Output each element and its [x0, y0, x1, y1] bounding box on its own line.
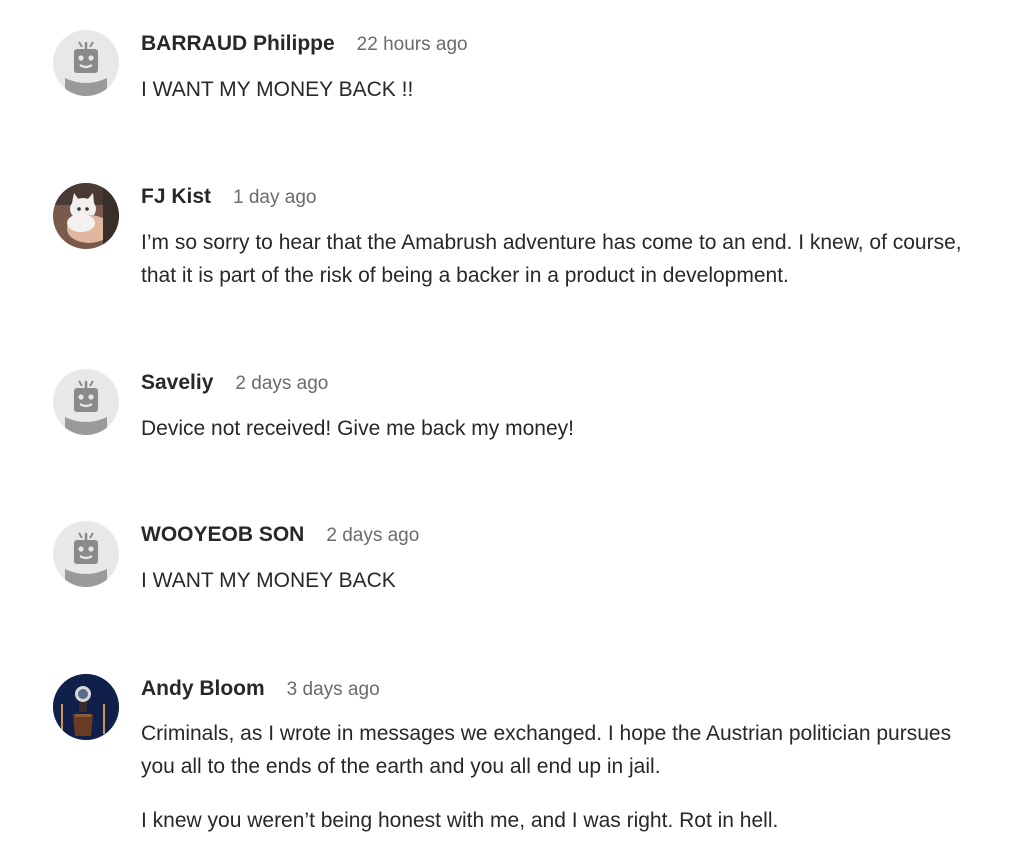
cat-photo-avatar	[53, 183, 119, 249]
robot-default-icon	[53, 30, 119, 96]
comment-author[interactable]: BARRAUD Philippe	[141, 32, 335, 56]
comment-text: I WANT MY MONEY BACK !!	[141, 78, 414, 101]
avatar[interactable]	[53, 30, 119, 96]
comment-text: I WANT MY MONEY BACK	[141, 569, 396, 592]
comment-author[interactable]: Saveliy	[141, 371, 213, 395]
comment-timestamp[interactable]: 2 days ago	[326, 525, 419, 547]
comment-author[interactable]: WOOYEOB SON	[141, 523, 304, 547]
comment-text: Device not received! Give me back my mon…	[141, 417, 575, 440]
avatar[interactable]	[53, 674, 119, 740]
comment-text: I knew you weren’t being honest with me,…	[141, 809, 779, 832]
comment-timestamp[interactable]: 1 day ago	[233, 187, 316, 209]
comment-body: I’m so sorry to hear that the Amabrush a…	[141, 226, 981, 313]
comment-timestamp[interactable]: 2 days ago	[235, 373, 328, 395]
comment-author[interactable]: Andy Bloom	[141, 677, 265, 701]
avatar[interactable]	[53, 521, 119, 587]
podium-photo-avatar	[53, 674, 119, 740]
comment-author[interactable]: FJ Kist	[141, 185, 211, 209]
comment-body: Criminals, as I wrote in messages we exc…	[141, 717, 981, 858]
avatar[interactable]	[53, 369, 119, 435]
avatar[interactable]	[53, 183, 119, 249]
robot-default-icon	[53, 521, 119, 587]
comment-body: Device not received! Give me back my mon…	[141, 412, 981, 466]
comment-timestamp[interactable]: 22 hours ago	[357, 34, 468, 56]
comment-text: I’m so sorry to hear that the Amabrush a…	[141, 231, 962, 287]
comment-body: I WANT MY MONEY BACK !!	[141, 73, 981, 127]
comment-body: I WANT MY MONEY BACK	[141, 564, 981, 618]
comment-timestamp[interactable]: 3 days ago	[287, 679, 380, 701]
robot-default-icon	[53, 369, 119, 435]
comment-text: Criminals, as I wrote in messages we exc…	[141, 722, 952, 778]
